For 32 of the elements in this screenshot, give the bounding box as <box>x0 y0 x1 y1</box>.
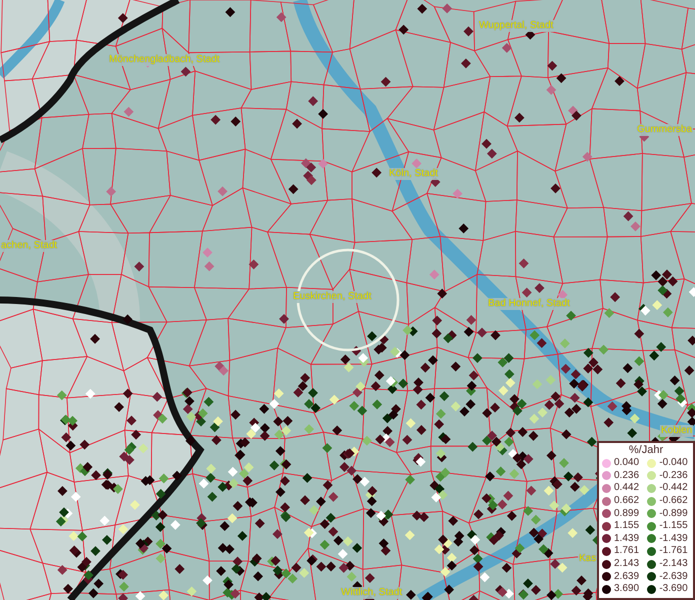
legend-value: -0.040 <box>659 457 688 470</box>
place-label: Wuppertal, Stadt <box>478 20 554 32</box>
legend-value: -2.639 <box>659 570 688 583</box>
legend-value: -1.439 <box>659 532 688 545</box>
legend-value: -3.690 <box>659 583 688 596</box>
legend-value: 2.639 <box>614 570 640 583</box>
legend-title: %/Jahr <box>628 444 664 457</box>
place-label: Euskirchen, Stadt <box>292 291 372 303</box>
legend-value: 0.236 <box>614 470 640 482</box>
legend-value: 3.690 <box>614 583 640 596</box>
legend-value: 0.899 <box>614 508 640 520</box>
place-label: Mönchengladbach, Stadt <box>108 54 221 66</box>
legend-value: 0.442 <box>614 482 640 494</box>
legend-value: -2.143 <box>659 558 688 570</box>
place-label: Köln, Stadt <box>388 168 439 180</box>
legend-value: -0.662 <box>659 495 688 508</box>
place-label: Gummersba <box>636 124 694 136</box>
place-label: achen, Stadt <box>0 240 58 252</box>
legend-value: 1.155 <box>614 520 640 532</box>
legend-value: 1.761 <box>614 545 640 558</box>
legend-value: -1.155 <box>659 520 688 532</box>
legend-value: 2.143 <box>614 558 640 570</box>
legend-value: -0.442 <box>659 482 688 494</box>
legend-value: -0.899 <box>659 508 688 520</box>
legend-value: -0.236 <box>659 470 688 482</box>
place-label: Wittlich, Stadt <box>340 587 404 599</box>
legend-value: 0.040 <box>614 457 640 470</box>
place-label: Bad Honnef, Stadt <box>487 298 571 310</box>
legend-value: 1.439 <box>614 532 640 545</box>
legend-value: 0.662 <box>614 495 640 508</box>
place-label: Koblen <box>660 425 694 437</box>
legend-value: -1.761 <box>659 545 688 558</box>
